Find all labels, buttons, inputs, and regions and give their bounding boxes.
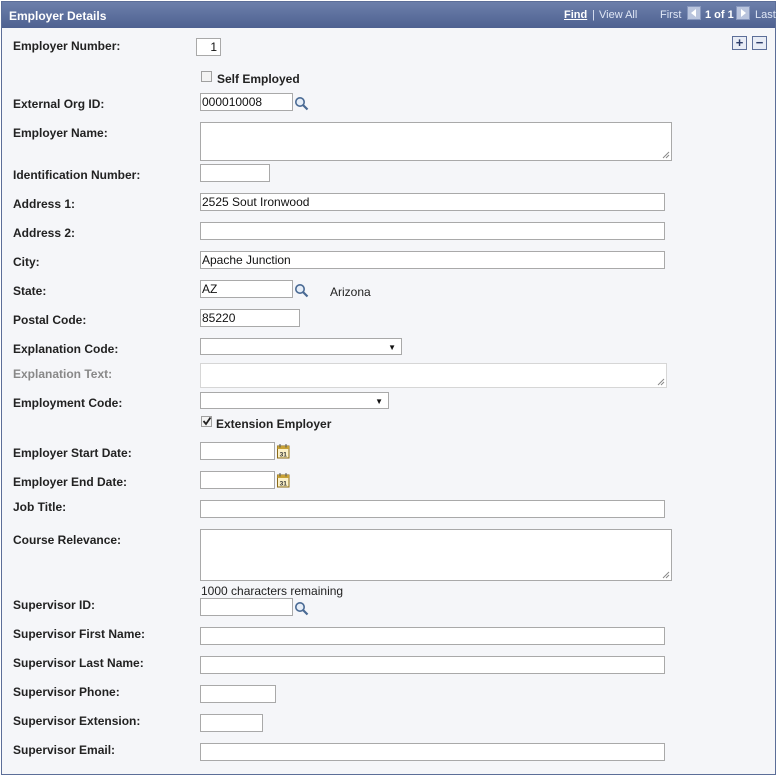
- resize-grip-icon: [657, 378, 665, 386]
- employer-number-field[interactable]: 1: [196, 38, 221, 56]
- checkmark-icon: [202, 416, 212, 426]
- next-row-button[interactable]: [736, 6, 750, 20]
- panel-header: Employer Details Find | View All First 1…: [2, 2, 776, 28]
- supervisor-first-name-label: Supervisor First Name:: [13, 627, 146, 641]
- add-row-button[interactable]: +: [732, 36, 747, 50]
- resize-grip-icon[interactable]: [662, 151, 670, 159]
- external-org-id-label: External Org ID:: [13, 97, 105, 111]
- employer-name-textarea[interactable]: [200, 122, 672, 161]
- characters-remaining: 1000 characters remaining: [201, 584, 344, 598]
- supervisor-id-label: Supervisor ID:: [13, 598, 96, 612]
- magnifier-icon[interactable]: [294, 283, 309, 298]
- identification-number-field[interactable]: [200, 164, 270, 182]
- employer-start-date-field[interactable]: [200, 442, 275, 460]
- identification-number-label: Identification Number:: [13, 168, 141, 182]
- supervisor-phone-label: Supervisor Phone:: [13, 685, 120, 699]
- self-employed-label: Self Employed: [217, 72, 300, 86]
- supervisor-first-name-field[interactable]: [200, 627, 665, 645]
- find-link[interactable]: Find: [564, 9, 587, 21]
- employer-end-date-label: Employer End Date:: [13, 475, 128, 489]
- magnifier-icon[interactable]: [294, 96, 309, 111]
- self-employed-checkbox[interactable]: [201, 71, 212, 82]
- calendar-icon[interactable]: 31: [277, 444, 290, 459]
- course-relevance-textarea[interactable]: [200, 529, 672, 581]
- postal-code-label: Postal Code:: [13, 313, 87, 327]
- last-label: Last: [755, 9, 776, 21]
- supervisor-email-label: Supervisor Email:: [13, 743, 116, 757]
- nav-separator: |: [592, 9, 595, 21]
- employment-code-select[interactable]: ▼: [200, 392, 389, 409]
- explanation-text-textarea: [200, 363, 667, 388]
- extension-employer-label: Extension Employer: [216, 417, 332, 431]
- supervisor-extension-field[interactable]: [200, 714, 263, 732]
- state-description: Arizona: [330, 285, 371, 299]
- calendar-day-number: 31: [280, 481, 288, 488]
- calendar-day-number: 31: [280, 452, 288, 459]
- arrow-left-icon: [691, 9, 696, 17]
- panel-title: Employer Details: [9, 9, 107, 23]
- first-label: First: [660, 9, 682, 21]
- address1-field[interactable]: 2525 Sout Ironwood: [200, 193, 665, 211]
- employment-code-label: Employment Code:: [13, 396, 123, 410]
- magnifier-icon[interactable]: [294, 601, 309, 616]
- row-navigation: Find | View All First 1 of 1 Last: [564, 6, 776, 24]
- address1-label: Address 1:: [13, 197, 76, 211]
- supervisor-last-name-field[interactable]: [200, 656, 665, 674]
- employer-details-panel: Employer Details Find | View All First 1…: [1, 1, 776, 775]
- employer-end-date-field[interactable]: [200, 471, 275, 489]
- postal-code-field[interactable]: 85220: [200, 309, 300, 327]
- employer-name-label: Employer Name:: [13, 126, 108, 140]
- address2-label: Address 2:: [13, 226, 76, 240]
- view-all-link[interactable]: View All: [599, 9, 637, 21]
- external-org-id-field[interactable]: 000010008: [200, 93, 293, 111]
- state-field[interactable]: AZ: [200, 280, 293, 298]
- supervisor-phone-field[interactable]: [200, 685, 276, 703]
- explanation-code-select[interactable]: ▼: [200, 338, 402, 355]
- city-label: City:: [13, 255, 40, 269]
- course-relevance-label: Course Relevance:: [13, 533, 122, 547]
- supervisor-id-field[interactable]: [200, 598, 293, 616]
- supervisor-extension-label: Supervisor Extension:: [13, 714, 141, 728]
- job-title-label: Job Title:: [13, 500, 67, 514]
- chevron-down-icon: ▼: [388, 343, 396, 352]
- supervisor-last-name-label: Supervisor Last Name:: [13, 656, 144, 670]
- state-label: State:: [13, 284, 47, 298]
- resize-grip-icon[interactable]: [662, 571, 670, 579]
- previous-row-button[interactable]: [687, 6, 701, 20]
- employer-start-date-label: Employer Start Date:: [13, 446, 132, 460]
- employer-number-label: Employer Number:: [13, 39, 121, 53]
- calendar-icon[interactable]: 31: [277, 473, 290, 488]
- chevron-down-icon: ▼: [375, 397, 383, 406]
- arrow-right-icon: [741, 9, 746, 17]
- city-field[interactable]: Apache Junction: [200, 251, 665, 269]
- page-position: 1 of 1: [705, 9, 734, 21]
- supervisor-email-field[interactable]: [200, 743, 665, 761]
- job-title-field[interactable]: [200, 500, 665, 518]
- explanation-code-label: Explanation Code:: [13, 342, 119, 356]
- address2-field[interactable]: [200, 222, 665, 240]
- explanation-text-label: Explanation Text:: [13, 367, 113, 381]
- delete-row-button[interactable]: −: [752, 36, 767, 50]
- extension-employer-checkbox[interactable]: [201, 416, 212, 427]
